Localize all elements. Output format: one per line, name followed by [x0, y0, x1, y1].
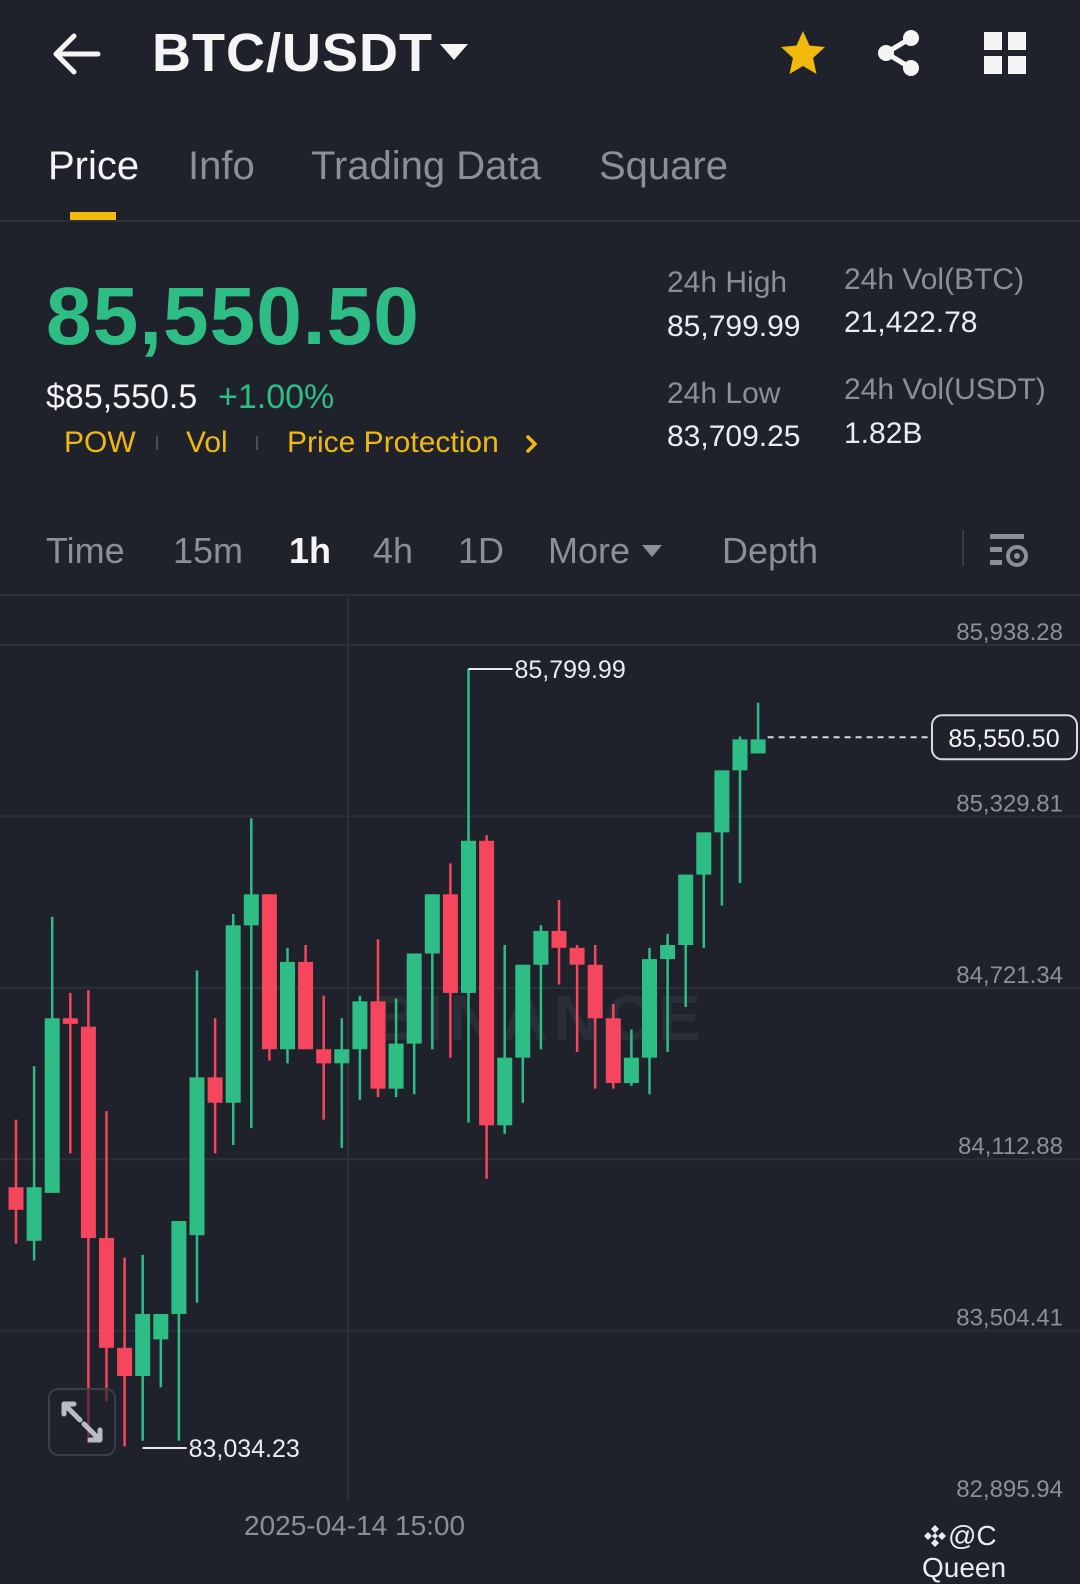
candle-body-down	[569, 947, 585, 965]
candle-body-down	[117, 1347, 133, 1376]
candle-body-up	[750, 739, 766, 754]
candle-body-up	[696, 832, 712, 875]
share-icon[interactable]	[874, 28, 924, 78]
candle-body-up	[660, 945, 676, 960]
candle-body-up	[352, 1001, 368, 1050]
depth-tab[interactable]: Depth	[722, 530, 818, 572]
candle-body-down	[316, 1049, 332, 1064]
candle-body-down	[99, 1237, 114, 1348]
tab-trading-data[interactable]: Trading Data	[311, 144, 541, 189]
tag-separator	[156, 436, 158, 450]
candle-body-up	[461, 840, 476, 993]
tab-square[interactable]: Square	[599, 144, 728, 189]
caret-down-icon[interactable]	[436, 38, 472, 68]
caret-down-icon[interactable]	[640, 542, 664, 560]
candle-body-down	[80, 1026, 96, 1238]
chevron-right-icon[interactable]	[522, 432, 542, 456]
candle-body-up	[424, 894, 440, 954]
candle-body-up	[189, 1077, 205, 1236]
interval-15m[interactable]: 15m	[173, 530, 243, 572]
min-price-label: 83,034.23	[189, 1435, 300, 1463]
interval-1d[interactable]: 1D	[458, 530, 504, 572]
candle-body-up	[280, 961, 295, 1050]
candle-body-up	[623, 1057, 639, 1084]
y-tick-label: 83,504.41	[956, 1305, 1063, 1332]
candle-body-down	[62, 1018, 78, 1024]
candle-body-up	[44, 1018, 60, 1193]
candle-body-down	[587, 964, 603, 1019]
candle-body-down	[8, 1187, 24, 1210]
candle-body-up	[153, 1314, 169, 1340]
chart-date-label: 2025-04-14 15:00	[244, 1510, 466, 1541]
tab-info[interactable]: Info	[188, 144, 255, 189]
active-tab-indicator	[70, 212, 116, 220]
price-change-percent: +1.00%	[218, 378, 335, 416]
y-tick-label: 84,112.88	[958, 1133, 1063, 1160]
expand-chart-button[interactable]	[48, 1388, 116, 1456]
candlestick-chart[interactable]: 85,938.28 85,329.81 84,721.34 84,112.88 83,5…	[0, 595, 1080, 1501]
interval-1h[interactable]: 1h	[289, 530, 331, 572]
y-tick-label: 84,721.34	[956, 962, 1063, 989]
tag-vol[interactable]: Vol	[186, 426, 228, 460]
grid-icon[interactable]	[982, 30, 1028, 76]
candle-body-up	[135, 1314, 151, 1376]
credit-watermark: @C Queen	[922, 1520, 1080, 1584]
y-tick-label: 85,329.81	[956, 790, 1063, 817]
stat-24h-vol-btc-label: 24h Vol(BTC)	[844, 263, 1025, 296]
usd-price: $85,550.5	[46, 378, 198, 416]
candle-body-up	[388, 1043, 404, 1089]
candle-body-up	[26, 1187, 42, 1241]
candle-body-down	[479, 840, 495, 1126]
stat-24h-low-value: 83,709.25	[667, 420, 801, 453]
tabs-divider	[0, 220, 1080, 222]
tab-price[interactable]: Price	[48, 144, 139, 189]
stat-24h-vol-usdt-value: 1.82B	[844, 417, 923, 450]
candle-body-up	[243, 894, 259, 926]
candle-body-up	[678, 874, 694, 946]
interval-more[interactable]: More	[548, 530, 630, 572]
candle-body-down	[298, 961, 314, 1050]
tag-separator	[256, 436, 258, 450]
y-tick-label: 82,895.94	[956, 1476, 1063, 1501]
stat-24h-high-label: 24h High	[667, 266, 788, 299]
stat-24h-low-label: 24h Low	[667, 377, 781, 410]
candle-body-up	[533, 930, 549, 965]
candle-body-up	[497, 1057, 513, 1126]
candle-body-down	[605, 1018, 621, 1084]
back-arrow-icon[interactable]	[48, 30, 104, 78]
stat-24h-high-value: 85,799.99	[667, 310, 801, 343]
max-price-label: 85,799.99	[515, 656, 626, 684]
candle-body-down	[442, 894, 458, 993]
candle-body-up	[515, 964, 531, 1058]
y-tick-label: 85,938.28	[956, 619, 1063, 646]
candle-body-up	[714, 770, 730, 833]
candle-body-up	[334, 1049, 350, 1064]
last-price: 85,550.50	[46, 271, 420, 362]
pair-title[interactable]: BTC/USDT	[152, 22, 433, 84]
interval-time[interactable]: Time	[46, 530, 125, 572]
candle-body-up	[642, 959, 657, 1058]
last-price-label: 85,550.50	[948, 725, 1059, 753]
candle-body-up	[406, 953, 422, 1044]
candle-body-up	[171, 1221, 187, 1315]
candle-body-up	[225, 925, 241, 1103]
stat-24h-vol-btc-value: 21,422.78	[844, 306, 978, 339]
candle-body-down	[261, 894, 277, 1050]
candle-body-up	[732, 739, 748, 771]
star-icon[interactable]	[778, 28, 828, 78]
expand-icon	[61, 1401, 103, 1443]
interval-separator	[962, 530, 964, 566]
chart-settings-icon[interactable]	[986, 530, 1030, 570]
candle-body-down	[207, 1077, 223, 1103]
tag-price-protection[interactable]: Price Protection	[287, 426, 499, 460]
candle-body-down	[551, 930, 567, 948]
stat-24h-vol-usdt-label: 24h Vol(USDT)	[844, 373, 1046, 406]
candle-body-down	[370, 1001, 386, 1089]
binance-logo-icon	[924, 1525, 946, 1547]
interval-4h[interactable]: 4h	[373, 530, 413, 572]
tag-pow[interactable]: POW	[64, 426, 136, 460]
